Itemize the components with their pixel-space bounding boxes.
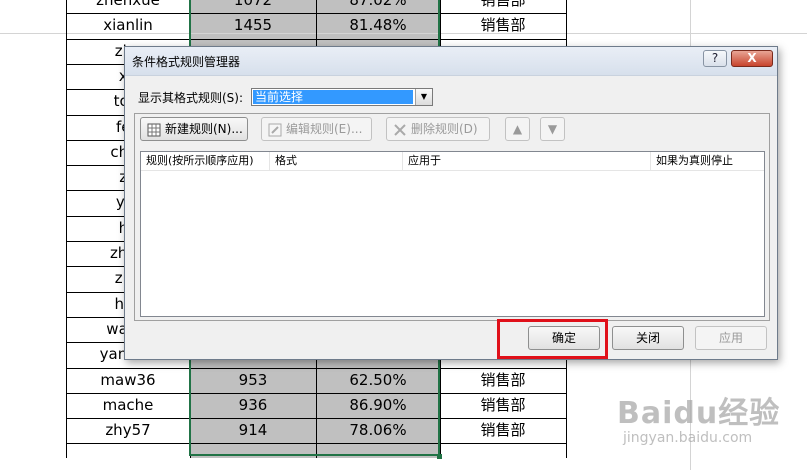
apply-button[interactable]: 应用 — [695, 326, 767, 350]
help-button[interactable]: ? — [703, 50, 727, 67]
dialog-titlebar[interactable]: 条件格式规则管理器 ? X — [125, 47, 777, 76]
watermark-brand: Baidu经验 — [617, 396, 781, 431]
cell-dept[interactable]: 销售部 — [440, 368, 566, 392]
edit-rule-button[interactable]: 编辑规则(E)... — [261, 117, 372, 141]
ok-button-highlight-box — [497, 319, 608, 359]
rules-panel: 新建规则(N)... 编辑规则(E)... 删除规则(D) ▲ ▼ 规则(按所示… — [134, 113, 770, 321]
move-up-button[interactable]: ▲ — [505, 117, 530, 141]
conditional-format-rules-manager-dialog: 条件格式规则管理器 ? X 显示其格式规则(S): 当前选择 ▼ 新建规则(N)… — [124, 46, 778, 360]
new-rule-label: 新建规则(N)... — [165, 122, 243, 136]
cell-name[interactable]: xianlin — [66, 13, 190, 37]
close-button[interactable]: 关闭 — [612, 326, 684, 350]
show-rules-dropdown[interactable]: 当前选择 ▼ — [251, 88, 433, 106]
delete-icon — [393, 122, 407, 136]
dialog-title: 条件格式规则管理器 — [132, 55, 241, 69]
show-rules-selected-value: 当前选择 — [253, 90, 413, 104]
edit-rule-icon — [268, 122, 282, 136]
cell-name[interactable]: zhy57 — [66, 418, 190, 442]
cell-dept[interactable]: 销售部 — [440, 0, 566, 12]
cell-dept[interactable]: 销售部 — [440, 393, 566, 417]
cell-name[interactable]: maw36 — [66, 368, 190, 392]
close-window-button[interactable]: X — [731, 50, 773, 67]
rules-list[interactable]: 规则(按所示顺序应用) 格式 应用于 如果为真则停止 — [140, 151, 765, 317]
arrow-down-icon: ▼ — [547, 122, 558, 136]
cell-name[interactable]: mache — [66, 393, 190, 417]
column-header-rule[interactable]: 规则(按所示顺序应用) — [141, 152, 270, 170]
new-rule-button[interactable]: 新建规则(N)... — [140, 117, 248, 141]
close-icon: X — [747, 51, 757, 65]
rules-list-header: 规则(按所示顺序应用) 格式 应用于 如果为真则停止 — [141, 152, 764, 171]
cell-dept[interactable]: 销售部 — [440, 418, 566, 442]
arrow-up-icon: ▲ — [512, 122, 523, 136]
column-header-applies-to[interactable]: 应用于 — [403, 152, 651, 170]
watermark-url: jingyan.baidu.com — [623, 430, 753, 446]
column-header-format[interactable]: 格式 — [270, 152, 403, 170]
new-rule-icon — [147, 122, 161, 136]
fill-handle[interactable] — [437, 454, 442, 459]
cell-dept[interactable]: 销售部 — [440, 13, 566, 37]
show-rules-label: 显示其格式规则(S): — [138, 91, 244, 105]
dropdown-arrow-icon[interactable]: ▼ — [415, 89, 432, 105]
move-down-button[interactable]: ▼ — [540, 117, 565, 141]
cell-name[interactable]: zhenxue — [66, 0, 190, 12]
delete-rule-button[interactable]: 删除规则(D) — [386, 117, 490, 141]
baidu-watermark: Baidu经验 jingyan.baidu.com — [617, 388, 780, 446]
column-header-stop-if-true[interactable]: 如果为真则停止 — [651, 152, 751, 170]
delete-rule-label: 删除规则(D) — [411, 122, 478, 136]
edit-rule-label: 编辑规则(E)... — [286, 122, 363, 136]
